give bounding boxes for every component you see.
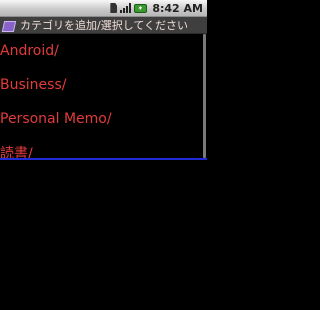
page-title: カテゴリを追加/選択してください — [20, 19, 189, 32]
divider — [0, 158, 207, 160]
category-list: Android/ Business/ Personal Memo/ 読書/ — [0, 34, 203, 170]
list-item-personal-memo[interactable]: Personal Memo/ — [0, 102, 203, 136]
list-item-business[interactable]: Business/ — [0, 68, 203, 102]
scrollbar[interactable] — [203, 34, 206, 158]
status-bar: 8:42 AM — [0, 0, 207, 17]
list-item-dokusho[interactable]: 読書/ — [0, 136, 203, 170]
battery-icon — [134, 3, 148, 13]
clock: 8:42 AM — [152, 1, 203, 15]
sim-icon — [110, 3, 118, 13]
signal-icon — [120, 3, 132, 13]
list-item-android[interactable]: Android/ — [0, 34, 203, 68]
app-icon — [3, 20, 15, 31]
title-bar: カテゴリを追加/選択してください — [0, 17, 207, 34]
